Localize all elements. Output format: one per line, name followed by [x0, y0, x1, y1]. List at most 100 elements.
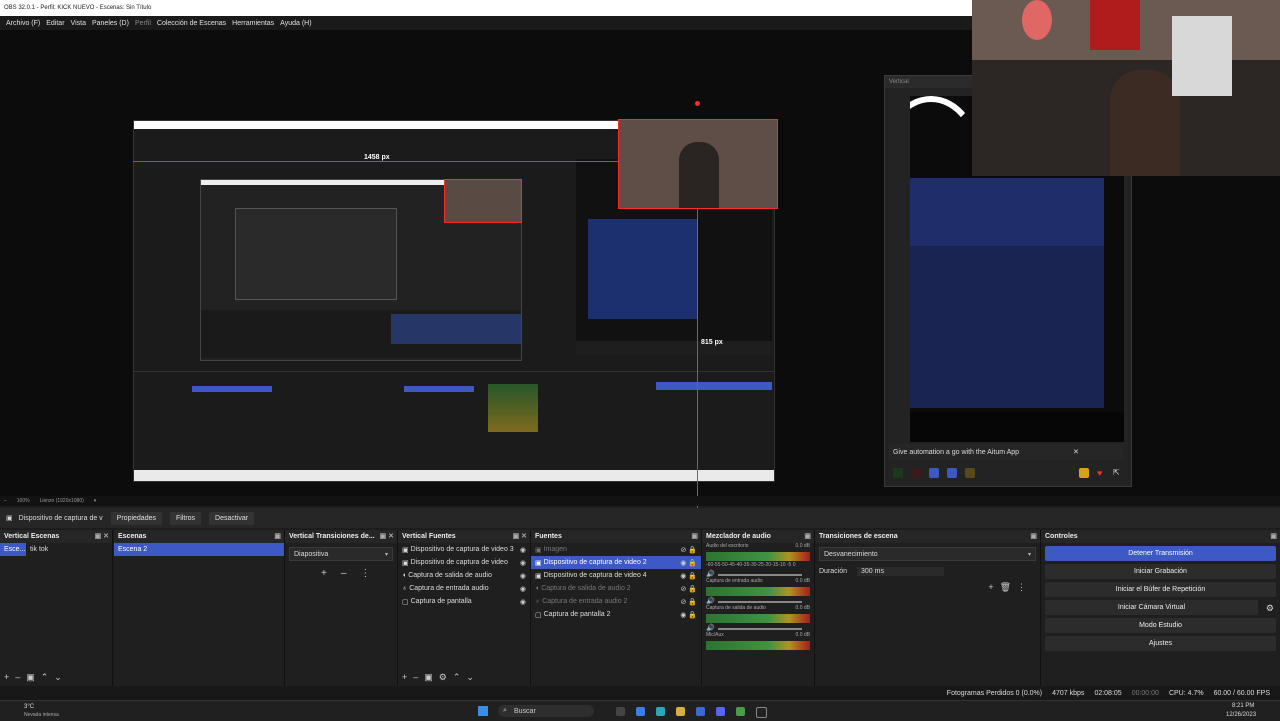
- dock-header: Escenas ▣: [114, 530, 284, 543]
- edge-icon[interactable]: [636, 707, 645, 716]
- stop-stream-button[interactable]: Detener Transmisión: [1045, 546, 1276, 561]
- replay-buffer-button[interactable]: Iniciar el Búfer de Repetición: [1045, 582, 1276, 597]
- bitrate: 4707 kbps: [1052, 689, 1085, 697]
- vertical-stream-icon[interactable]: [893, 468, 903, 478]
- selected-webcam-source[interactable]: [618, 119, 778, 209]
- zoom-minus[interactable]: –: [4, 498, 7, 504]
- dock-vertical-sources: Vertical Fuentes ▣ ✕ ▣ Dispositivo de cap…: [398, 530, 531, 686]
- vertical-source-item[interactable]: ▢ Captura de pantalla ◉: [398, 595, 530, 608]
- window-title: OBS 32.0.1 - Perfil: KICK NUEVO - Escena…: [4, 5, 152, 11]
- dock-vertical-transitions: Vertical Transiciones de... ▣ ✕ Diapositi…: [285, 530, 398, 686]
- obs-icon[interactable]: [756, 707, 767, 718]
- vertical-sync-icon[interactable]: [947, 468, 957, 478]
- deactivate-button[interactable]: Desactivar: [209, 511, 255, 525]
- settings-button[interactable]: Ajustes: [1045, 636, 1276, 651]
- menu-herramientas[interactable]: Herramientas: [232, 20, 274, 27]
- clock-time[interactable]: 8:21 PM: [1232, 703, 1254, 709]
- aitum-banner-text: Give automation a go with the Aitum App: [893, 448, 1020, 456]
- vertical-scene-item[interactable]: Esce...: [0, 543, 26, 556]
- menu-perfil[interactable]: Perfil: [135, 20, 151, 27]
- context-source-name: Dispositivo de captura de v: [18, 514, 103, 522]
- source-item[interactable]: ♁ Captura de entrada audio 2 ⊘ 🔒: [531, 595, 701, 608]
- dock-header: Mezclador de audio ▣: [702, 530, 814, 543]
- dropped-frames: Fotogramas Perdidos 0 (0.0%): [946, 689, 1043, 697]
- vertical-heart-icon[interactable]: ♥: [1097, 468, 1107, 478]
- dock-sources: Fuentes ▣ ▣ Imagen ⊘ 🔒 ▣ Dispositivo de ca…: [531, 530, 702, 686]
- dock-controls: Controles ▣ Detener Transmisión Iniciar G…: [1041, 530, 1280, 686]
- vertical-toolbar: ♥ ⇱: [891, 466, 1125, 480]
- vertical-source-item[interactable]: ◖ Captura de salida de audio ◉: [398, 569, 530, 582]
- menu-paneles[interactable]: Paneles (D): [92, 20, 129, 27]
- source-item[interactable]: ◖ Captura de salida de audio 2 ⊘ 🔒: [531, 582, 701, 595]
- measure-horizontal: 1458 px: [364, 154, 390, 161]
- guide-vertical: [697, 208, 698, 510]
- chrome-icon[interactable]: [736, 707, 745, 716]
- duration-row: Duración 300 ms: [815, 565, 1040, 578]
- transition-select[interactable]: Desvanecimiento ▾: [819, 547, 1036, 561]
- source-item[interactable]: ▣ Dispositivo de captura de video 2 ◉ 🔒: [531, 556, 701, 569]
- menu-archivo[interactable]: Archivo (F): [6, 20, 40, 27]
- virtual-camera-row: Iniciar Cámara Virtual ⚙: [1041, 600, 1280, 615]
- volume-slider[interactable]: 🔊: [706, 624, 810, 632]
- context-bar: ▣ Dispositivo de captura de v Propiedade…: [0, 508, 1280, 528]
- menu-coleccion[interactable]: Colección de Escenas: [157, 20, 226, 27]
- search-box[interactable]: ⌕ Buscar: [498, 705, 594, 717]
- virtual-camera-button[interactable]: Iniciar Cámara Virtual: [1045, 600, 1258, 615]
- vertical-settings-icon[interactable]: [1079, 468, 1089, 478]
- zoom-dropdown-icon[interactable]: ▾: [94, 498, 97, 504]
- cpu-usage: CPU: 4.7%: [1168, 689, 1204, 697]
- source-item[interactable]: ▣ Imagen ⊘ 🔒: [531, 543, 701, 556]
- vertical-checkbox-icon[interactable]: [929, 468, 939, 478]
- dock-header: Fuentes ▣: [531, 530, 701, 543]
- vertical-transition-select[interactable]: Diapositiva ▾: [289, 547, 393, 561]
- browser-icon[interactable]: [656, 707, 665, 716]
- search-icon: ⌕: [503, 707, 507, 714]
- webcam-person: [1110, 70, 1180, 176]
- dock-audio-mixer: Mezclador de audio ▣ Audio del escritorio…: [702, 530, 815, 686]
- nested-docks: [134, 371, 774, 468]
- start-recording-button[interactable]: Iniciar Grabación: [1045, 564, 1276, 579]
- dock-scene-transitions: Transiciones de escena ▣ Desvanecimiento ▾…: [815, 530, 1041, 686]
- volume-slider[interactable]: 🔊: [706, 570, 810, 578]
- aitum-banner-close[interactable]: ✕: [1073, 448, 1079, 456]
- vertical-record-icon[interactable]: [911, 468, 921, 478]
- docks-area: Vertical Escenas ▣ ✕ Esce... tik tok +–▣⌃…: [0, 530, 1280, 686]
- vertical-sources-toolbar[interactable]: +–▣⚙⌃⌄: [402, 672, 480, 683]
- aitum-banner: Give automation a go with the Aitum App …: [889, 444, 1123, 460]
- studio-mode-button[interactable]: Modo Estudio: [1045, 618, 1276, 633]
- stream-time: 02:08:05: [1094, 689, 1122, 697]
- folder-icon[interactable]: [676, 707, 685, 716]
- vertical-transition-buttons[interactable]: +–⋮: [321, 568, 384, 579]
- meter-scale: -60-55-50-45-40-35-30-25-20-15-10 -5 0: [706, 562, 796, 568]
- start-icon[interactable]: [478, 706, 488, 716]
- vertical-source-item[interactable]: ▣ Dispositivo de captura de video 3 ◉: [398, 543, 530, 556]
- properties-button[interactable]: Propiedades: [110, 511, 162, 525]
- mixer-channel-name: Audio del escritorio 0.0 dB: [706, 543, 810, 549]
- vertical-chat-icon[interactable]: [965, 468, 975, 478]
- dock-header: Vertical Transiciones de... ▣ ✕: [285, 530, 397, 543]
- discord-icon[interactable]: [716, 707, 725, 716]
- menu-ayuda[interactable]: Ayuda (H): [280, 20, 311, 27]
- menu-vista[interactable]: Vista: [71, 20, 86, 27]
- vertical-scene-item[interactable]: tik tok: [26, 543, 48, 556]
- vertical-popout-icon[interactable]: ⇱: [1113, 468, 1123, 478]
- clock-date[interactable]: 12/26/2023: [1226, 712, 1256, 718]
- scene-item[interactable]: Escena 2: [114, 543, 284, 556]
- task-view-icon[interactable]: [616, 707, 625, 716]
- dock-header: Controles ▣: [1041, 530, 1280, 543]
- source-item[interactable]: ▢ Captura de pantalla 2 ◉ 🔒: [531, 608, 701, 621]
- rotate-handle[interactable]: [695, 101, 700, 106]
- vertical-source-item[interactable]: ▣ Dispositivo de captura de video ◉: [398, 556, 530, 569]
- zoom-level[interactable]: 100%: [17, 498, 30, 504]
- menu-editar[interactable]: Editar: [46, 20, 64, 27]
- volume-slider[interactable]: 🔊: [706, 597, 810, 605]
- preview-area[interactable]: 1458 px 815 px Vertical Give automation …: [0, 0, 1280, 510]
- vertical-source-item[interactable]: ♁ Captura de entrada audio ◉: [398, 582, 530, 595]
- filters-button[interactable]: Filtros: [169, 511, 202, 525]
- gear-icon[interactable]: ⚙: [1266, 603, 1274, 614]
- store-icon[interactable]: [696, 707, 705, 716]
- vertical-scenes-toolbar[interactable]: +–▣⌃⌄: [4, 672, 68, 683]
- transition-buttons[interactable]: +🗑⋮: [988, 582, 1032, 593]
- duration-input[interactable]: 300 ms: [857, 567, 944, 576]
- source-item[interactable]: ▣ Dispositivo de captura de video 4 ◉ 🔒: [531, 569, 701, 582]
